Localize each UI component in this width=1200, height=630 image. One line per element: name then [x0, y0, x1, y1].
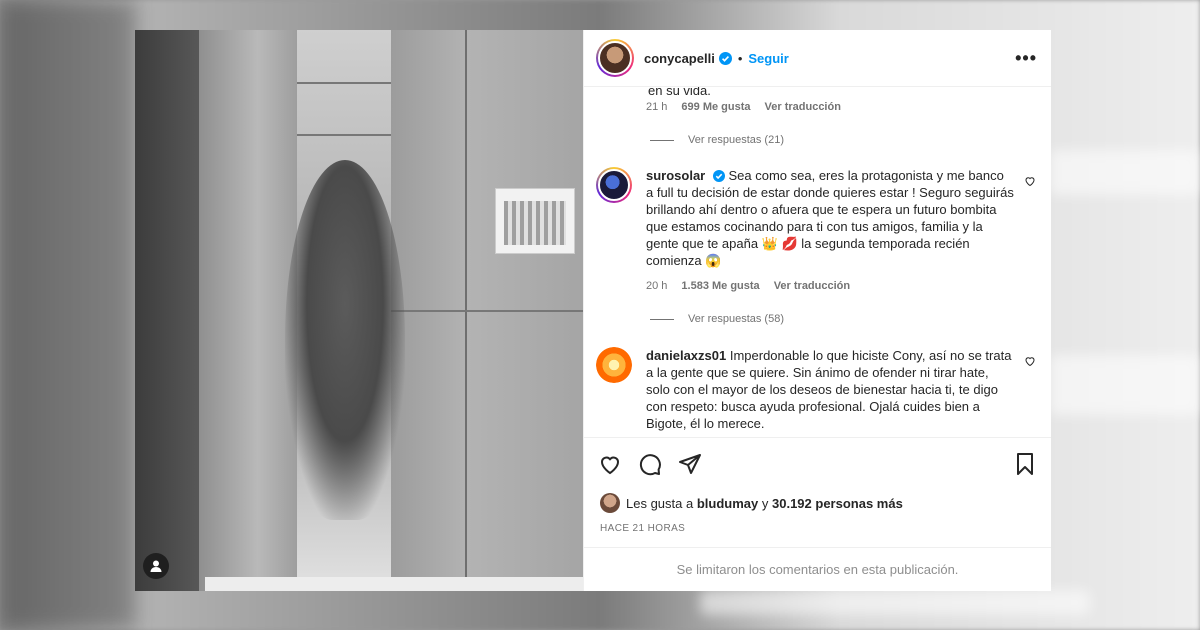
comment-body: surosolar Sea como sea, eres la protagon…	[646, 167, 1024, 269]
translate-link[interactable]: Ver traducción	[774, 280, 850, 292]
verified-icon	[718, 51, 732, 65]
comment-time: 20 h	[646, 280, 668, 292]
comment-icon[interactable]	[638, 452, 662, 476]
user-tag-icon	[150, 560, 162, 572]
comment-text: Sea como sea, eres la protagonista y me …	[646, 168, 1014, 268]
comment-item: surosolar Sea como sea, eres la protagon…	[596, 167, 1036, 269]
photo-floor	[205, 577, 583, 591]
comment-item: danielaxzs01 Imperdonable lo que hiciste…	[596, 347, 1036, 432]
comment-likes[interactable]: 699 Me gusta	[681, 101, 750, 113]
header-separator: •	[737, 50, 743, 66]
view-replies-button[interactable]: Ver respuestas (21)	[650, 134, 784, 146]
heart-icon[interactable]	[1024, 175, 1036, 187]
likes-count[interactable]: 30.192 personas más	[772, 496, 903, 511]
likes-summary: Les gusta a bludumay y 30.192 personas m…	[584, 489, 1051, 517]
blurred-background-block	[700, 590, 1090, 615]
blurred-background-shade	[0, 0, 135, 630]
follow-button[interactable]: Seguir	[748, 51, 788, 66]
photo-seam	[297, 134, 391, 136]
photo-poster	[495, 188, 575, 254]
heart-icon[interactable]	[598, 452, 622, 476]
previous-comment-meta: 21 h 699 Me gusta Ver traducción	[646, 101, 841, 113]
action-bar	[584, 437, 1051, 489]
comment-username[interactable]: surosolar	[646, 168, 705, 183]
photo-wall	[135, 30, 205, 591]
comment-avatar[interactable]	[596, 347, 632, 383]
comment-body: danielaxzs01 Imperdonable lo que hiciste…	[646, 347, 1024, 432]
post-photo[interactable]	[135, 30, 583, 591]
post-timestamp[interactable]: HACE 21 HORAS	[584, 517, 1051, 539]
comments-list[interactable]: en su vida. 21 h 699 Me gusta Ver traduc…	[584, 87, 1051, 437]
share-icon[interactable]	[678, 452, 702, 476]
comment-time: 21 h	[646, 101, 668, 113]
photo-seam	[297, 82, 391, 84]
author-avatar[interactable]	[596, 39, 634, 77]
photo-seam	[391, 310, 583, 312]
blurred-background-block	[1050, 150, 1200, 195]
comment-username[interactable]: danielaxzs01	[646, 348, 726, 363]
comment-likes[interactable]: 1.583 Me gusta	[681, 280, 759, 292]
view-replies-label: Ver respuestas (58)	[688, 313, 784, 325]
likes-prefix: Les gusta a	[626, 495, 694, 511]
more-options-button[interactable]: •••	[1015, 48, 1037, 69]
view-replies-label: Ver respuestas (21)	[688, 134, 784, 146]
photo-door	[199, 30, 297, 591]
blurred-background-block	[1050, 355, 1200, 415]
verified-icon	[712, 170, 725, 182]
liker-username[interactable]: bludumay	[697, 496, 758, 511]
view-replies-button[interactable]: Ver respuestas (58)	[650, 313, 784, 325]
comment-avatar[interactable]	[596, 167, 632, 203]
limited-comments-notice: Se limitaron los comentarios en esta pub…	[584, 547, 1051, 591]
comment-meta: 20 h 1.583 Me gusta Ver traducción	[646, 280, 850, 292]
liker-avatar[interactable]	[600, 493, 620, 513]
likes-joiner: y	[761, 495, 769, 511]
post-header: conycapelli • Seguir •••	[584, 30, 1051, 87]
user-tag-button[interactable]	[143, 553, 169, 579]
heart-icon[interactable]	[1024, 355, 1036, 367]
author-username[interactable]: conycapelli	[644, 51, 715, 66]
translate-link[interactable]: Ver traducción	[765, 101, 841, 113]
previous-comment-text: en su vida.	[648, 87, 711, 98]
post-modal: conycapelli • Seguir ••• en su vida. 21 …	[135, 30, 1051, 591]
post-sidebar: conycapelli • Seguir ••• en su vida. 21 …	[583, 30, 1051, 591]
bookmark-icon[interactable]	[1013, 452, 1037, 476]
photo-subject	[285, 160, 405, 520]
